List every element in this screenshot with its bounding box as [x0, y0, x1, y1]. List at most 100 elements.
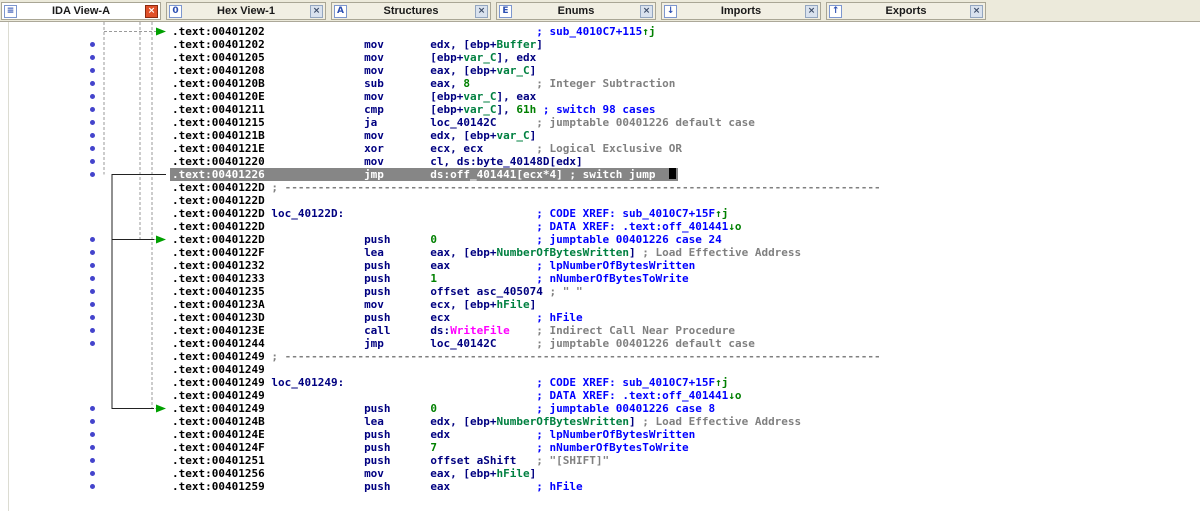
- listing-line[interactable]: .text:00401220 mov cl, ds:byte_40148D[ed…: [172, 155, 883, 168]
- close-icon[interactable]: ×: [145, 4, 158, 18]
- code-segment: 61h: [516, 103, 537, 116]
- code-segment: edx, [ebp+: [430, 38, 497, 51]
- listing-line[interactable]: .text:00401205 mov [ebp+var_C], edx: [172, 51, 883, 64]
- tab-enums[interactable]: E Enums ×: [496, 2, 656, 20]
- code-segment: mov: [364, 64, 384, 77]
- tab-ida-view-a[interactable]: ≡ IDA View-A ×: [1, 2, 161, 20]
- instruction-dot: [90, 445, 95, 450]
- listing-line[interactable]: .text:00401235 push offset asc_405074 ; …: [172, 285, 883, 298]
- code-segment: jmp: [364, 337, 384, 350]
- listing-line[interactable]: .text:0040122D: [172, 194, 883, 207]
- code-segment: [ebp+: [430, 103, 464, 116]
- listing-line[interactable]: .text:00401208 mov eax, [ebp+var_C]: [172, 64, 883, 77]
- instruction-dot: [90, 68, 95, 73]
- code-segment: push: [364, 259, 391, 272]
- close-icon[interactable]: ×: [475, 4, 488, 18]
- listing-line[interactable]: .text:00401256 mov eax, [ebp+hFile]: [172, 467, 883, 480]
- close-icon[interactable]: ×: [640, 4, 653, 18]
- code-segment: var_C: [463, 103, 497, 116]
- listing-line[interactable]: .text:0040122D loc_40122D: ; CODE XREF: …: [172, 207, 883, 220]
- listing-line[interactable]: .text:00401226 jmp ds:off_401441[ecx*4] …: [170, 168, 883, 181]
- listing-line[interactable]: .text:00401233 push 1 ; nNumberOfBytesTo…: [172, 272, 883, 285]
- tab-label: Structures: [383, 5, 439, 17]
- code-segment: ; jumptable 00401226 case 8: [536, 402, 716, 415]
- listing-line[interactable]: .text:00401215 ja loc_40142C ; jumptable…: [172, 116, 883, 129]
- tab-hex-view-1[interactable]: 0 Hex View-1 ×: [166, 2, 326, 20]
- listing-line[interactable]: .text:0040122D ; -----------------------…: [172, 181, 883, 194]
- code-segment: ja: [364, 116, 378, 129]
- listing-line[interactable]: .text:00401249 ; -----------------------…: [172, 350, 883, 363]
- listing-line[interactable]: .text:00401249 ; DATA XREF: .text:off_40…: [172, 389, 883, 402]
- listing-line[interactable]: .text:00401202 mov edx, [ebp+Buffer]: [172, 38, 883, 51]
- code-segment: ; Load Effective Address: [642, 415, 802, 428]
- jump-arrows-panel: [103, 22, 166, 413]
- enums-icon: E: [499, 4, 512, 18]
- instruction-dot: [90, 133, 95, 138]
- instruction-dot: [90, 172, 95, 177]
- listing-line[interactable]: .text:00401211 cmp [ebp+var_C], 61h ; sw…: [172, 103, 883, 116]
- listing-line[interactable]: .text:0040124B lea edx, [ebp+NumberOfByt…: [172, 415, 883, 428]
- close-icon[interactable]: ×: [310, 4, 323, 18]
- code-segment: WriteFile: [450, 324, 510, 337]
- instruction-dot: [90, 94, 95, 99]
- jump-target-arrow: [156, 235, 166, 244]
- listing-line[interactable]: .text:0040121E xor ecx, ecx ; Logical Ex…: [172, 142, 883, 155]
- code-segment: .text:00401226: [172, 168, 265, 181]
- code-segment: push: [364, 454, 391, 467]
- code-segment: eax, [ebp+: [430, 64, 497, 77]
- code-segment: xor: [364, 142, 384, 155]
- listing-line[interactable]: .text:00401249 loc_401249: ; CODE XREF: …: [172, 376, 883, 389]
- listing-line[interactable]: .text:00401259 push eax ; hFile: [172, 480, 883, 493]
- listing-line[interactable]: .text:0040120B sub eax, 8 ; Integer Subt…: [172, 77, 883, 90]
- code-segment: offset aShift: [430, 454, 517, 467]
- code-segment: ; switch 98 cases: [542, 103, 656, 116]
- tab-imports[interactable]: ↓ Imports ×: [661, 2, 821, 20]
- tab-label: Exports: [885, 5, 927, 17]
- listing-line[interactable]: .text:0040123E call ds:WriteFile ; Indir…: [172, 324, 883, 337]
- ida-window: ≡ IDA View-A × 0 Hex View-1 × A Structures × E Enu…: [0, 0, 1200, 511]
- listing-line[interactable]: .text:0040121B mov edx, [ebp+var_C]: [172, 129, 883, 142]
- listing-line[interactable]: .text:0040122D push 0 ; jumptable 004012…: [172, 233, 883, 246]
- code-segment: ; Load Effective Address: [642, 246, 802, 259]
- code-segment: .text:00401232: [172, 259, 265, 272]
- instruction-dot: [90, 263, 95, 268]
- code-segment: .text:0040122D: [172, 233, 265, 246]
- code-segment: edx: [430, 428, 451, 441]
- listing-line[interactable]: .text:00401251 push offset aShift ; "[SH…: [172, 454, 883, 467]
- listing-line[interactable]: .text:0040123D push ecx ; hFile: [172, 311, 883, 324]
- tab-structures[interactable]: A Structures ×: [331, 2, 491, 20]
- code-segment: ; switch jump: [569, 168, 656, 181]
- listing-line[interactable]: .text:0040124E push edx ; lpNumberOfByte…: [172, 428, 883, 441]
- listing-line[interactable]: .text:0040123A mov ecx, [ebp+hFile]: [172, 298, 883, 311]
- code-segment: ; jumptable 00401226 default case: [536, 337, 755, 350]
- code-segment: hFile: [496, 298, 530, 311]
- listing-line[interactable]: .text:00401232 push eax ; lpNumberOfByte…: [172, 259, 883, 272]
- listing-line[interactable]: .text:0040122D ; DATA XREF: .text:off_40…: [172, 220, 883, 233]
- close-icon[interactable]: ×: [805, 4, 818, 18]
- listing-line[interactable]: .text:0040124F push 7 ; nNumberOfBytesTo…: [172, 441, 883, 454]
- instruction-dot: [90, 159, 95, 164]
- code-segment: mov: [364, 38, 384, 51]
- code-segment: .text:00401205: [172, 51, 265, 64]
- code-segment: ; DATA XREF: .text:off_401441: [536, 389, 729, 402]
- code-segment: [ebp+: [430, 90, 464, 103]
- listing-line[interactable]: .text:0040120E mov [ebp+var_C], eax: [172, 90, 883, 103]
- tab-exports[interactable]: ↑ Exports ×: [826, 2, 986, 20]
- instruction-dot: [90, 419, 95, 424]
- listing-line[interactable]: .text:00401249 push 0 ; jumptable 004012…: [172, 402, 883, 415]
- code-segment: ], eax: [496, 90, 537, 103]
- code-segment: push: [364, 285, 391, 298]
- listing-line[interactable]: .text:0040122F lea eax, [ebp+NumberOfByt…: [172, 246, 883, 259]
- code-segment: .text:0040122F: [172, 246, 265, 259]
- listing-line[interactable]: .text:00401249: [172, 363, 883, 376]
- disassembly-view[interactable]: .text:00401202 ; sub_4010C7+115↑j .text:0…: [0, 22, 1200, 511]
- listing-line[interactable]: .text:00401202 ; sub_4010C7+115↑j: [172, 25, 883, 38]
- instruction-dot: [90, 120, 95, 125]
- code-segment: cmp: [364, 103, 384, 116]
- code-segment: ecx, [ebp+: [430, 298, 497, 311]
- listing-line[interactable]: .text:00401244 jmp loc_40142C ; jumptabl…: [172, 337, 883, 350]
- code-segment: .text:00401249: [172, 389, 265, 402]
- code-segment: .text:0040124F: [172, 441, 265, 454]
- close-icon[interactable]: ×: [970, 4, 983, 18]
- code-segment: ; --------------------------------------…: [271, 181, 881, 194]
